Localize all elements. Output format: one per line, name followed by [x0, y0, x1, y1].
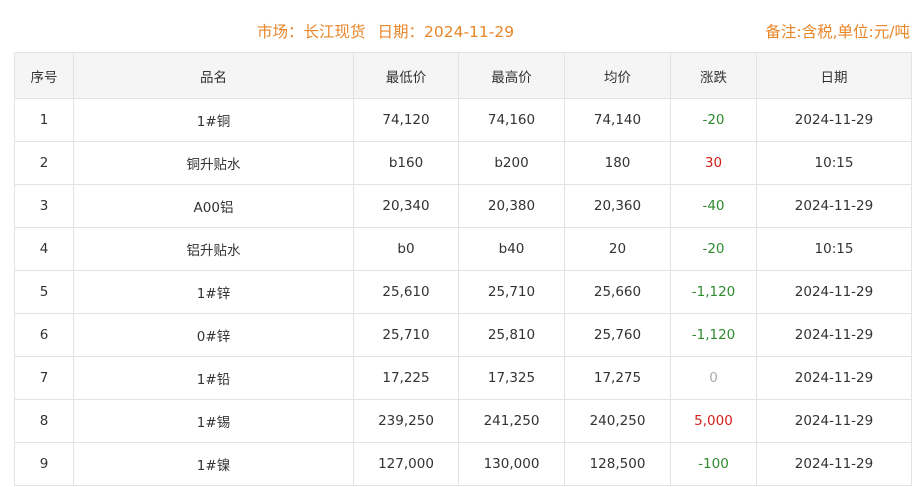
cell-avg-price: 25,660 [564, 270, 671, 314]
cell-avg-price: 180 [564, 141, 671, 185]
cell-change: 30 [670, 141, 757, 185]
cell-high-price: 130,000 [458, 442, 565, 486]
cell-date: 2024-11-29 [756, 356, 912, 400]
cell-date: 2024-11-29 [756, 313, 912, 357]
table-body: 1 1#铜 74,120 74,160 74,140 -20 2024-11-29 2 铜升贴水… [14, 98, 912, 486]
cell-high-price: 20,380 [458, 184, 565, 228]
cell-no: 4 [14, 227, 74, 271]
cell-high-price: 74,160 [458, 98, 565, 142]
col-header-name: 品名 [73, 52, 354, 99]
page-header: 市场：长江现货 日期：2024-11-29 备注:含税,单位:元/吨 [0, 0, 921, 52]
cell-low-price: b0 [353, 227, 459, 271]
cell-low-price: b160 [353, 141, 459, 185]
cell-no: 8 [14, 399, 74, 443]
cell-name: 铝升贴水 [73, 227, 354, 271]
cell-no: 9 [14, 442, 74, 486]
table-row: 2 铜升贴水 b160 b200 180 30 10:15 [14, 141, 912, 185]
cell-low-price: 17,225 [353, 356, 459, 400]
cell-no: 1 [14, 98, 74, 142]
date-label: 日期：2024-11-29 [377, 23, 515, 41]
cell-avg-price: 20,360 [564, 184, 671, 228]
col-header-avg: 均价 [564, 52, 671, 99]
col-header-date: 日期 [756, 52, 912, 99]
table-row: 8 1#锡 239,250 241,250 240,250 5,000 2024-11-29 [14, 399, 912, 443]
cell-change: -100 [670, 442, 757, 486]
cell-name: 1#铅 [73, 356, 354, 400]
cell-avg-price: 128,500 [564, 442, 671, 486]
table-row: 3 A00铝 20,340 20,380 20,360 -40 2024-11-29 [14, 184, 912, 228]
table-row: 7 1#铅 17,225 17,325 17,275 0 2024-11-29 [14, 356, 912, 400]
cell-high-price: 25,710 [458, 270, 565, 314]
cell-change: -1,120 [670, 270, 757, 314]
cell-no: 2 [14, 141, 74, 185]
cell-name: 1#锡 [73, 399, 354, 443]
price-table: 序号 品名 最低价 最高价 均价 涨跌 日期 1 1#铜 74,120 74,160 7… [14, 52, 912, 486]
cell-high-price: 241,250 [458, 399, 565, 443]
cell-change: -20 [670, 227, 757, 271]
cell-low-price: 127,000 [353, 442, 459, 486]
cell-low-price: 25,710 [353, 313, 459, 357]
cell-no: 7 [14, 356, 74, 400]
cell-date: 10:15 [756, 141, 912, 185]
cell-change: 5,000 [670, 399, 757, 443]
col-header-no: 序号 [14, 52, 74, 99]
cell-date: 10:15 [756, 227, 912, 271]
cell-low-price: 239,250 [353, 399, 459, 443]
table-header-row: 序号 品名 最低价 最高价 均价 涨跌 日期 [14, 52, 912, 99]
cell-avg-price: 25,760 [564, 313, 671, 357]
cell-avg-price: 240,250 [564, 399, 671, 443]
cell-low-price: 25,610 [353, 270, 459, 314]
cell-change: -40 [670, 184, 757, 228]
table-row: 9 1#镍 127,000 130,000 128,500 -100 2024-11-29 [14, 442, 912, 486]
table-row: 6 0#锌 25,710 25,810 25,760 -1,120 2024-11-29 [14, 313, 912, 357]
cell-date: 2024-11-29 [756, 270, 912, 314]
cell-low-price: 20,340 [353, 184, 459, 228]
cell-avg-price: 20 [564, 227, 671, 271]
table-row: 1 1#铜 74,120 74,160 74,140 -20 2024-11-29 [14, 98, 912, 142]
table-row: 5 1#锌 25,610 25,710 25,660 -1,120 2024-11-29 [14, 270, 912, 314]
cell-name: 1#镍 [73, 442, 354, 486]
cell-name: 铜升贴水 [73, 141, 354, 185]
cell-name: 1#铜 [73, 98, 354, 142]
col-header-high: 最高价 [458, 52, 565, 99]
cell-date: 2024-11-29 [756, 98, 912, 142]
cell-high-price: b200 [458, 141, 565, 185]
cell-high-price: 17,325 [458, 356, 565, 400]
cell-name: 0#锌 [73, 313, 354, 357]
cell-no: 5 [14, 270, 74, 314]
cell-high-price: b40 [458, 227, 565, 271]
market-label: 市场：长江现货 [257, 23, 366, 41]
cell-no: 6 [14, 313, 74, 357]
cell-no: 3 [14, 184, 74, 228]
cell-change: -1,120 [670, 313, 757, 357]
cell-date: 2024-11-29 [756, 399, 912, 443]
cell-name: 1#锌 [73, 270, 354, 314]
cell-avg-price: 17,275 [564, 356, 671, 400]
market-date-line: 市场：长江现货 日期：2024-11-29 [257, 20, 514, 42]
cell-name: A00铝 [73, 184, 354, 228]
table-row: 4 铝升贴水 b0 b40 20 -20 10:15 [14, 227, 912, 271]
cell-change: -20 [670, 98, 757, 142]
cell-avg-price: 74,140 [564, 98, 671, 142]
cell-date: 2024-11-29 [756, 184, 912, 228]
col-header-low: 最低价 [353, 52, 459, 99]
unit-note: 备注:含税,单位:元/吨 [765, 23, 910, 41]
cell-change: 0 [670, 356, 757, 400]
cell-low-price: 74,120 [353, 98, 459, 142]
cell-date: 2024-11-29 [756, 442, 912, 486]
col-header-change: 涨跌 [670, 52, 757, 99]
cell-high-price: 25,810 [458, 313, 565, 357]
